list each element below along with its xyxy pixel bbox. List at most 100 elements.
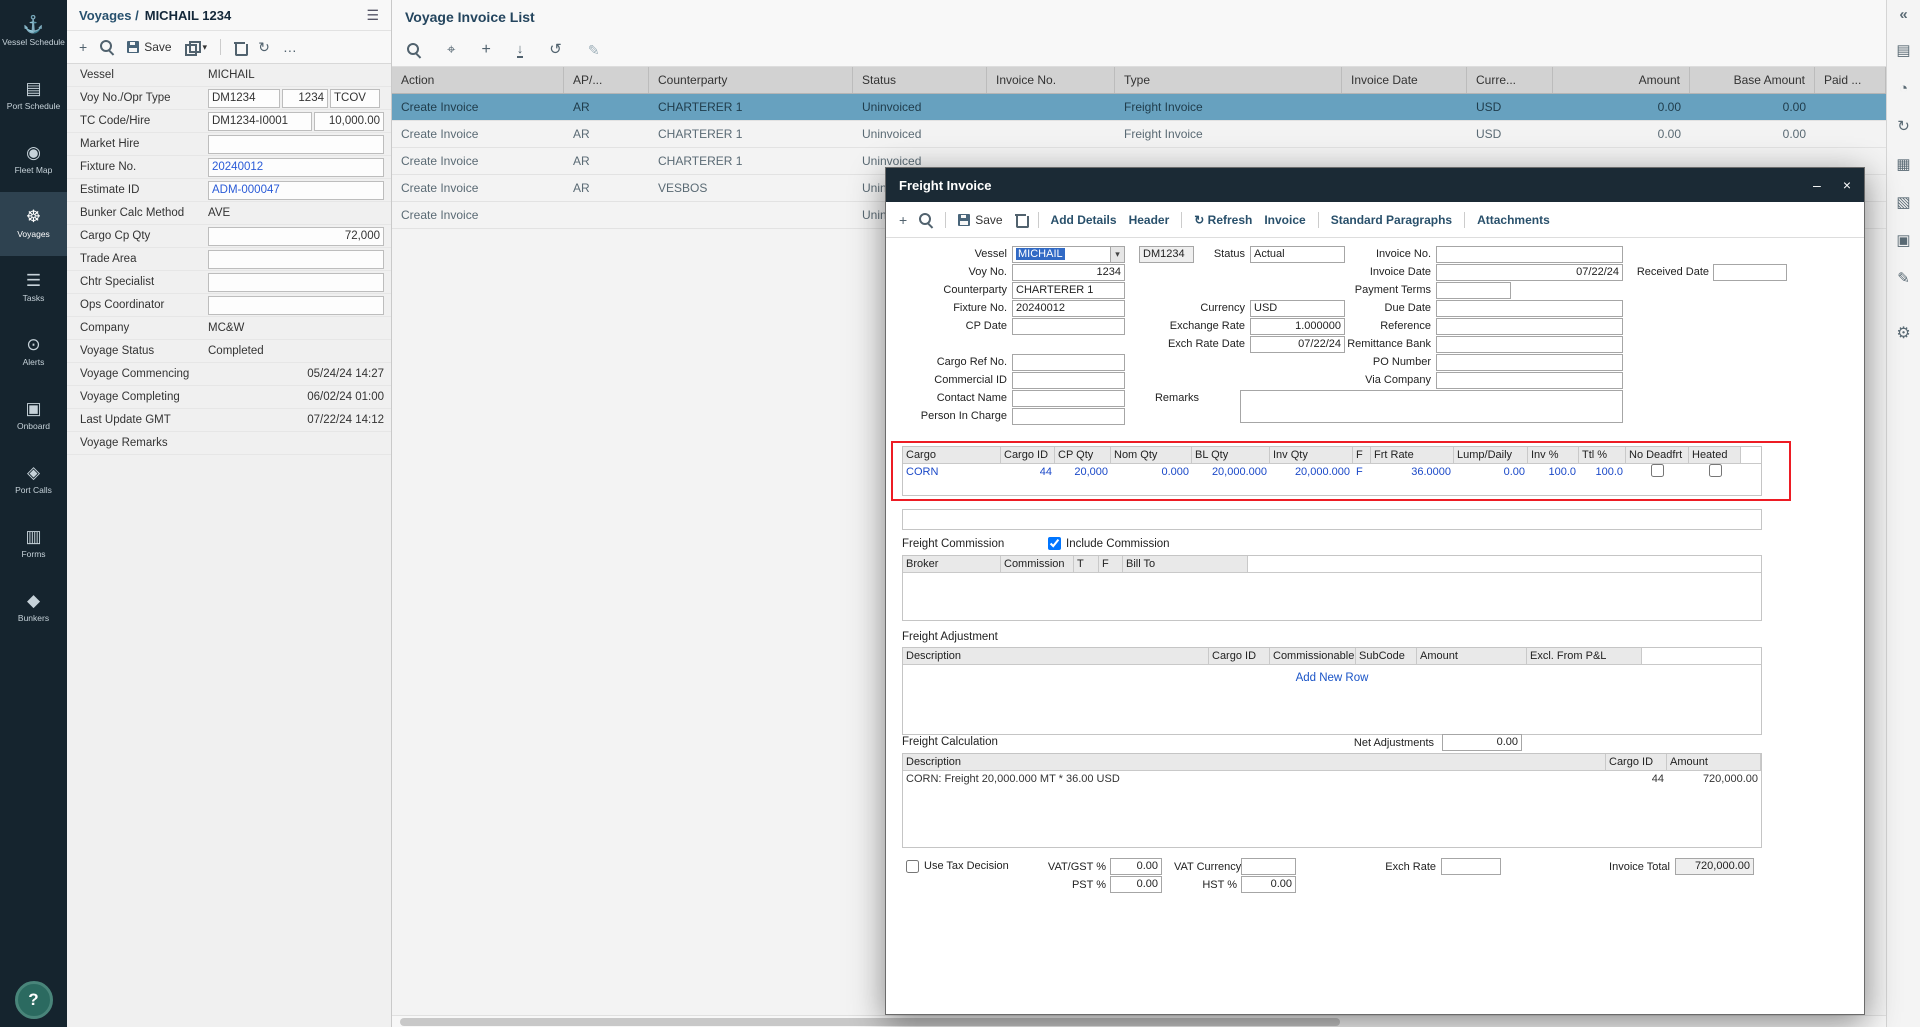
more-options-icon[interactable]: … (283, 40, 297, 54)
estimate-id-field[interactable]: ADM-000047 (208, 181, 384, 200)
col-type[interactable]: Type (1115, 67, 1342, 93)
company-value[interactable]: MC&W (208, 322, 384, 334)
col-paid[interactable]: Paid ... (1815, 67, 1886, 93)
bl-qty-cell[interactable]: 20,000.000 (1192, 464, 1270, 481)
col-base-amount[interactable]: Base Amount (1690, 67, 1815, 93)
save-button[interactable]: Save (958, 213, 1002, 227)
create-invoice-action[interactable]: Create Invoice (392, 202, 564, 228)
chtr-specialist-field[interactable] (208, 273, 384, 292)
market-hire-field[interactable] (208, 135, 384, 154)
copy-menu-button[interactable]: ▾ (185, 41, 208, 54)
remarks-field[interactable] (1240, 390, 1623, 423)
sidebar-item-port-schedule[interactable]: ▤ Port Schedule (0, 64, 67, 128)
refresh-button[interactable]: ↻ Refresh (1194, 213, 1252, 227)
document-icon[interactable]: ▧ (1896, 195, 1910, 210)
create-invoice-action[interactable]: Create Invoice (392, 175, 564, 201)
lump-daily-cell[interactable]: 0.00 (1454, 464, 1528, 481)
invoice-no-field[interactable] (1436, 246, 1623, 263)
attachments-button[interactable]: Attachments (1477, 213, 1550, 227)
standard-paragraphs-button[interactable]: Standard Paragraphs (1331, 213, 1452, 227)
breadcrumb[interactable]: Voyages / (79, 8, 139, 23)
dialog-titlebar[interactable]: Freight Invoice – × (886, 168, 1864, 202)
vat-gst-field[interactable]: 0.00 (1110, 858, 1162, 875)
counterparty-field[interactable]: CHARTERER 1 (1012, 282, 1125, 299)
help-button[interactable]: ? (15, 981, 53, 1019)
voy-no-field[interactable]: DM1234 (208, 89, 280, 108)
add-details-button[interactable]: Add Details (1051, 213, 1117, 227)
download-icon[interactable]: ↓ (517, 42, 524, 58)
collapse-panel-icon[interactable]: « (1899, 6, 1907, 23)
reference-field[interactable] (1436, 318, 1623, 335)
header-button[interactable]: Header (1129, 213, 1170, 227)
sidebar-item-port-calls[interactable]: ◈ Port Calls (0, 448, 67, 512)
refresh-icon[interactable]: ↻ (1897, 119, 1910, 134)
heated-checkbox[interactable] (1709, 464, 1722, 477)
po-number-field[interactable] (1436, 354, 1623, 371)
exch-rate-field[interactable] (1441, 858, 1501, 875)
save-button[interactable]: Save (127, 40, 171, 54)
edit-icon[interactable]: ✎ (588, 43, 600, 57)
hst-field[interactable]: 0.00 (1241, 876, 1296, 893)
use-tax-decision-checkbox[interactable] (906, 860, 919, 873)
cargo-cell[interactable]: CORN (903, 464, 1001, 481)
hamburger-menu-icon[interactable]: ☰ (366, 7, 379, 24)
search-icon[interactable] (407, 43, 421, 57)
frt-rate-cell[interactable]: 36.0000 (1371, 464, 1454, 481)
remittance-bank-field[interactable] (1436, 336, 1623, 353)
hire-field[interactable]: 10,000.00 (314, 112, 384, 131)
ops-coordinator-field[interactable] (208, 296, 384, 315)
table-row[interactable]: Create Invoice AR CHARTERER 1 Uninvoiced… (392, 94, 1886, 121)
chart-icon[interactable]: ▤ (1896, 43, 1910, 58)
fixture-no-field[interactable]: 20240012 (208, 158, 384, 177)
undo-icon[interactable]: ↺ (549, 42, 562, 57)
minimize-icon[interactable]: – (1813, 178, 1821, 192)
sidebar-item-voyages[interactable]: ☸ Voyages (0, 192, 67, 256)
col-counterparty[interactable]: Counterparty (649, 67, 853, 93)
inv-pct-cell[interactable]: 100.0 (1528, 464, 1579, 481)
cargo-cp-qty-field[interactable]: 72,000 (208, 227, 384, 246)
gauge-icon[interactable]: ◔ (1899, 81, 1908, 96)
sidebar-item-fleet-map[interactable]: ◉ Fleet Map (0, 128, 67, 192)
vessel-value[interactable]: MICHAIL (208, 69, 384, 81)
table-row[interactable]: Create Invoice AR CHARTERER 1 Uninvoiced… (392, 121, 1886, 148)
archive-icon[interactable]: ▣ (1896, 233, 1910, 248)
pst-field[interactable]: 0.00 (1110, 876, 1162, 893)
col-status[interactable]: Status (853, 67, 987, 93)
opr-type-field[interactable]: TCOV (330, 89, 380, 108)
no-deadfrt-checkbox[interactable] (1651, 464, 1664, 477)
f-cell[interactable]: F (1353, 464, 1371, 481)
edit-icon[interactable]: ✎ (1897, 271, 1910, 286)
sidebar-item-forms[interactable]: ▥ Forms (0, 512, 67, 576)
horizontal-scrollbar[interactable] (392, 1015, 1886, 1027)
grid-icon[interactable]: ▦ (1896, 157, 1910, 172)
bunker-calc-value[interactable]: AVE (208, 207, 384, 219)
include-commission-checkbox[interactable] (1048, 537, 1061, 550)
search-icon[interactable] (919, 213, 933, 227)
payment-terms-field[interactable] (1436, 282, 1511, 299)
create-invoice-action[interactable]: Create Invoice (392, 121, 564, 147)
add-icon[interactable]: + (79, 40, 87, 54)
commercial-id-field[interactable] (1012, 372, 1125, 389)
person-in-charge-field[interactable] (1012, 408, 1125, 425)
col-invoice-no[interactable]: Invoice No. (987, 67, 1115, 93)
create-invoice-action[interactable]: Create Invoice (392, 94, 564, 120)
invoice-button[interactable]: Invoice (1264, 213, 1305, 227)
delete-icon[interactable] (1015, 213, 1026, 226)
trade-area-field[interactable] (208, 250, 384, 269)
search-icon[interactable] (100, 40, 114, 54)
col-action[interactable]: Action (392, 67, 564, 93)
voy-no-field[interactable]: 1234 (1012, 264, 1125, 281)
via-company-field[interactable] (1436, 372, 1623, 389)
settings-gear-icon[interactable]: ⚙ (1896, 323, 1910, 343)
close-icon[interactable]: × (1843, 178, 1851, 192)
received-date-field[interactable] (1713, 264, 1787, 281)
inv-qty-cell[interactable]: 20,000.000 (1270, 464, 1353, 481)
sidebar-item-vessel-schedule[interactable]: ⚓ Vessel Schedule (0, 0, 67, 64)
add-new-row-link[interactable]: Add New Row (1296, 672, 1369, 684)
cargo-id-cell[interactable]: 44 (1001, 464, 1055, 481)
add-icon[interactable]: + (899, 213, 907, 227)
cp-qty-cell[interactable]: 20,000 (1055, 464, 1111, 481)
crosshair-icon[interactable]: ⌖ (447, 42, 455, 57)
delete-icon[interactable] (234, 41, 245, 54)
refresh-icon[interactable]: ↻ (258, 40, 270, 54)
